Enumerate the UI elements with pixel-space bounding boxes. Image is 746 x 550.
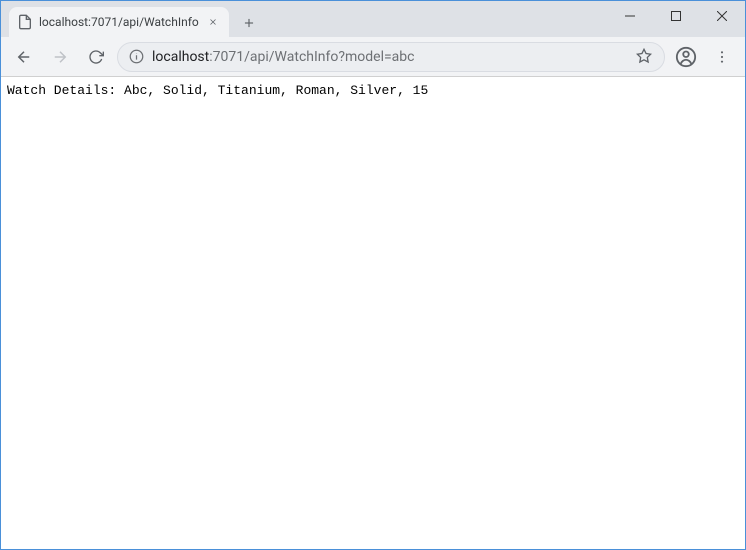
url-text: localhost:7071/api/WatchInfo?model=abc <box>152 49 628 65</box>
new-tab-button[interactable] <box>235 9 263 37</box>
window-titlebar: localhost:7071/api/WatchInfo?m <box>1 1 745 37</box>
minimize-button[interactable] <box>607 1 653 31</box>
tab-strip: localhost:7071/api/WatchInfo?m <box>1 1 263 37</box>
close-tab-icon[interactable] <box>205 14 221 30</box>
forward-button[interactable] <box>45 42 75 72</box>
url-path: :7071/api/WatchInfo?model=abc <box>209 49 414 65</box>
window-controls <box>607 1 745 31</box>
address-bar[interactable]: localhost:7071/api/WatchInfo?model=abc <box>117 42 665 72</box>
url-host: localhost <box>152 49 209 65</box>
file-icon <box>17 14 33 30</box>
browser-tab[interactable]: localhost:7071/api/WatchInfo?m <box>9 7 229 37</box>
tab-title: localhost:7071/api/WatchInfo?m <box>39 15 199 29</box>
maximize-button[interactable] <box>653 1 699 31</box>
page-body-text: Watch Details: Abc, Solid, Titanium, Rom… <box>1 77 745 104</box>
site-info-icon[interactable] <box>128 49 144 65</box>
close-window-button[interactable] <box>699 1 745 31</box>
bookmark-star-icon[interactable] <box>636 48 654 66</box>
profile-button[interactable] <box>671 42 701 72</box>
reload-button[interactable] <box>81 42 111 72</box>
back-button[interactable] <box>9 42 39 72</box>
browser-toolbar: localhost:7071/api/WatchInfo?model=abc <box>1 37 745 77</box>
menu-button[interactable] <box>707 42 737 72</box>
